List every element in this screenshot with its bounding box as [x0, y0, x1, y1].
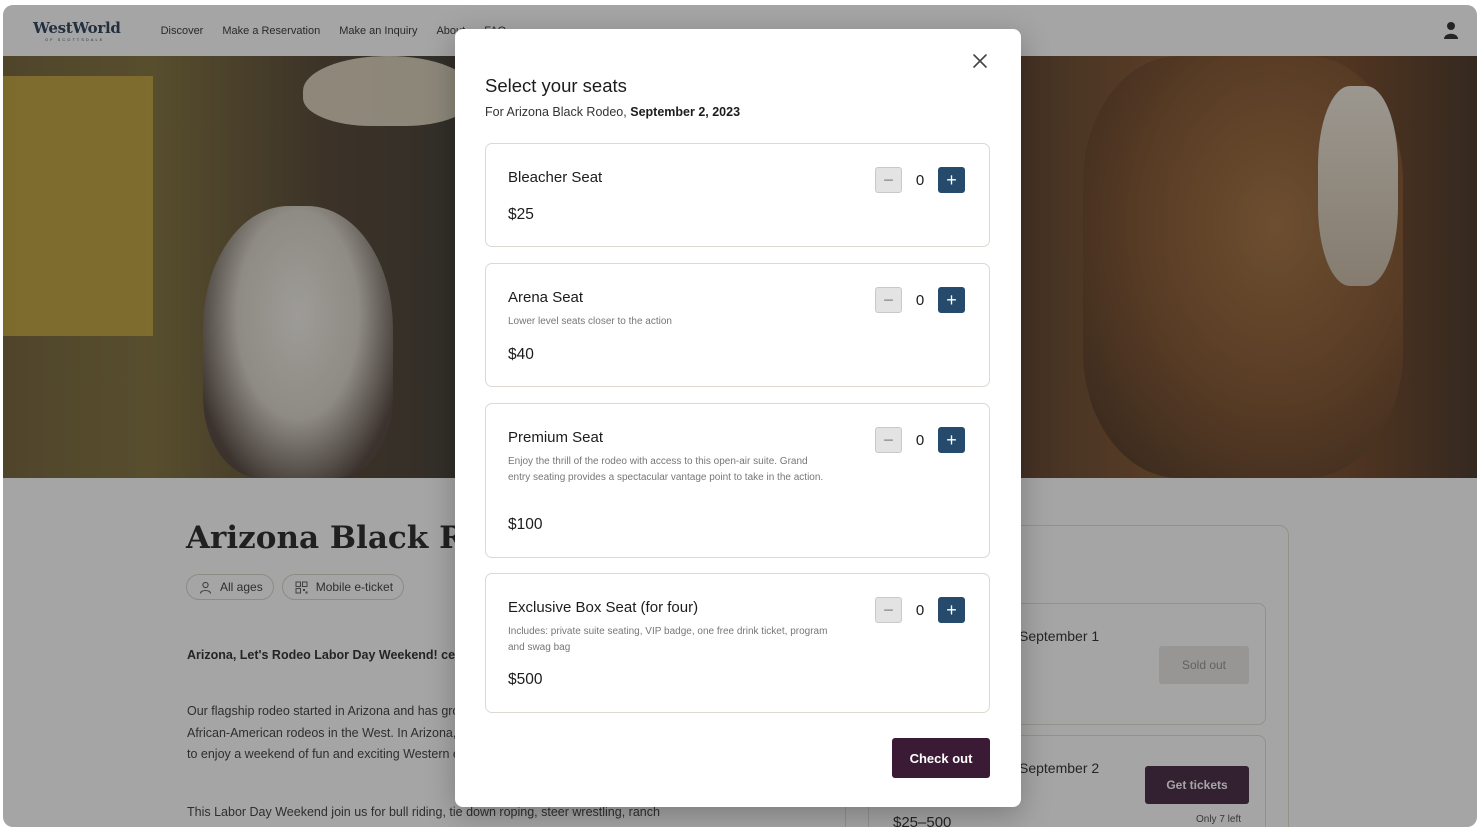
- close-icon[interactable]: [968, 49, 992, 73]
- seat-price: $500: [508, 671, 543, 688]
- seat-description: Enjoy the thrill of the rodeo with acces…: [508, 456, 824, 483]
- increment-button[interactable]: +: [938, 287, 965, 313]
- seat-option-bleacher: Bleacher Seat $25 − 0 +: [485, 143, 990, 247]
- increment-button[interactable]: +: [938, 167, 965, 193]
- seat-name: Exclusive Box Seat (for four): [508, 599, 699, 616]
- seat-price: $40: [508, 346, 534, 363]
- quantity-value: 0: [915, 431, 925, 449]
- quantity-stepper: − 0 +: [875, 597, 965, 623]
- seat-price: $25: [508, 206, 534, 223]
- seat-option-exclusive-box: Exclusive Box Seat (for four) Includes: …: [485, 573, 990, 713]
- seat-description: Includes: private suite seating, VIP bad…: [508, 626, 828, 653]
- select-seats-modal: Select your seats For Arizona Black Rode…: [455, 29, 1021, 807]
- decrement-button[interactable]: −: [875, 167, 902, 193]
- increment-button[interactable]: +: [938, 597, 965, 623]
- modal-subtitle-date: September 2, 2023: [630, 105, 741, 119]
- check-out-button[interactable]: Check out: [892, 738, 990, 778]
- decrement-button[interactable]: −: [875, 287, 902, 313]
- modal-title: Select your seats: [485, 75, 627, 96]
- increment-button[interactable]: +: [938, 427, 965, 453]
- seat-option-premium: Premium Seat Enjoy the thrill of the rod…: [485, 403, 990, 558]
- quantity-stepper: − 0 +: [875, 167, 965, 193]
- quantity-value: 0: [915, 601, 925, 619]
- seat-name: Arena Seat: [508, 289, 584, 306]
- quantity-value: 0: [915, 171, 925, 189]
- decrement-button[interactable]: −: [875, 427, 902, 453]
- seat-option-arena: Arena Seat Lower level seats closer to t…: [485, 263, 990, 387]
- seat-name: Premium Seat: [508, 429, 604, 446]
- quantity-stepper: − 0 +: [875, 427, 965, 453]
- seat-name: Bleacher Seat: [508, 169, 603, 186]
- quantity-value: 0: [915, 291, 925, 309]
- seat-description: Lower level seats closer to the action: [508, 316, 672, 327]
- quantity-stepper: − 0 +: [875, 287, 965, 313]
- page-frame: WestWorld OF SCOTTSDALE Discover Make a …: [3, 5, 1477, 827]
- decrement-button[interactable]: −: [875, 597, 902, 623]
- modal-subtitle-event: For Arizona Black Rodeo,: [485, 105, 627, 119]
- modal-subtitle: For Arizona Black Rodeo, September 2, 20…: [485, 105, 740, 119]
- seat-price: $100: [508, 516, 543, 533]
